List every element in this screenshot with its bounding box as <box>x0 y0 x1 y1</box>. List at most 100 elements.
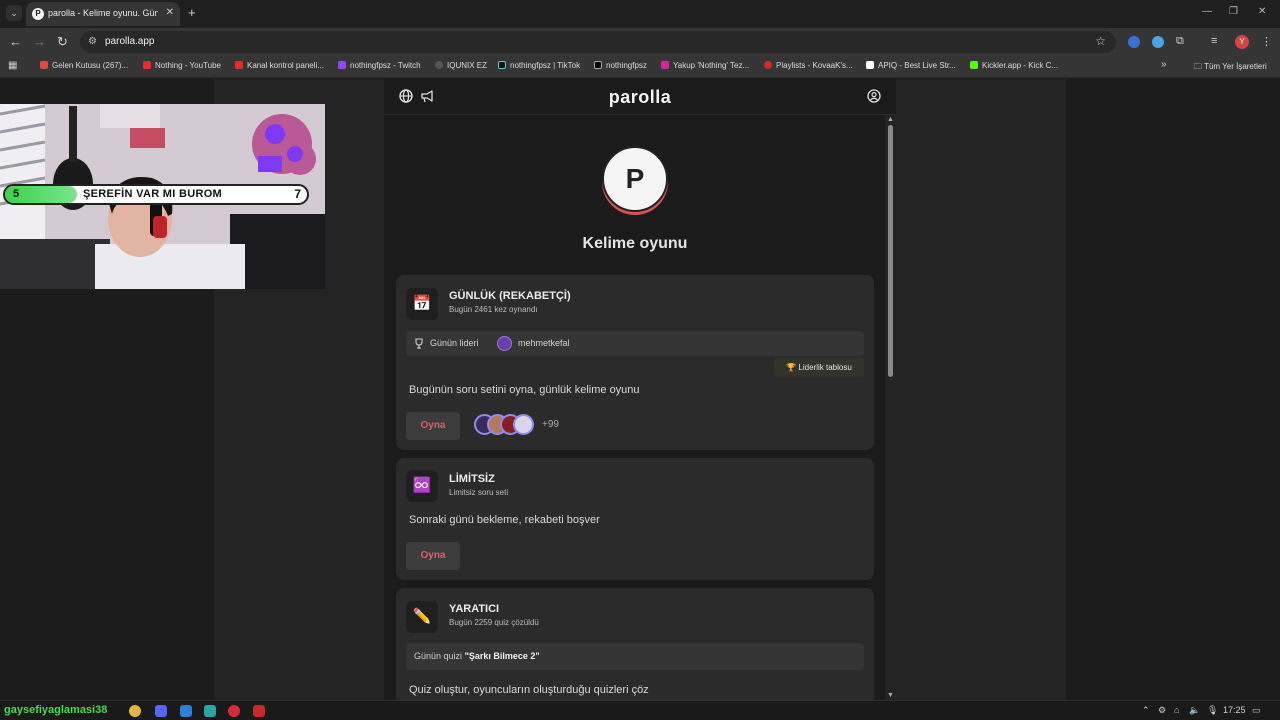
avatar <box>497 336 512 351</box>
leader-username[interactable]: mehmetkefal <box>518 338 570 348</box>
bookmark-gmail[interactable]: Gelen Kutusu (267)... <box>40 61 128 70</box>
back-arrow-icon[interactable]: ← <box>9 34 22 49</box>
tab-title: parolla - Kelime oyunu. Günlük <box>48 8 158 18</box>
brand-logo-text[interactable]: parolla <box>384 87 896 108</box>
creative-mode-card: ✏️ YARATICI Bugün 2259 quiz çözüldü Günü… <box>396 588 874 700</box>
bookmark-tiktok[interactable]: nothingfpsz | TikTok <box>498 61 580 70</box>
bookmark-label: Nothing - YouTube <box>155 61 221 70</box>
browser-tab-active[interactable]: P parolla - Kelime oyunu. Günlük ✕ <box>26 2 180 26</box>
stream-username-overlay: gaysefiyaglamasi38 <box>4 704 108 716</box>
discord-taskbar-icon[interactable] <box>155 705 167 717</box>
infinity-icon: ♾️ <box>406 470 438 502</box>
progress-title: ŞEREFİN VAR MI BUROM <box>83 188 223 200</box>
bookmark-kickler[interactable]: Kickler.app - Kick C... <box>970 61 1058 70</box>
bookmark-label: Playlists - KovaaK's... <box>776 61 853 70</box>
volume-speaker-icon[interactable]: 🔈 <box>1189 705 1200 716</box>
apps-grid-icon[interactable]: ▦ <box>8 60 17 71</box>
app-taskbar-icon[interactable] <box>253 705 265 717</box>
minimize-icon[interactable]: — <box>1202 6 1212 17</box>
microphone-icon[interactable]: 🎙 <box>1207 705 1218 716</box>
quiz-of-the-day-text: Günün quizi "Şarkı Bilmece 2" <box>414 651 540 661</box>
youtube-studio-icon <box>235 61 243 69</box>
extension-icon[interactable] <box>1152 36 1164 48</box>
bookmark-kovaak[interactable]: Playlists - KovaaK's... <box>764 61 853 70</box>
all-bookmarks-label: Tüm Yer İşaretleri <box>1204 62 1267 71</box>
extension-icon[interactable] <box>1128 36 1140 48</box>
daily-play-button[interactable]: Oyna <box>406 412 460 440</box>
bookmark-instagram[interactable]: Yakup 'Nothing' Tez... <box>661 61 749 70</box>
page-scrollbar[interactable]: ▲ ▼ <box>885 115 896 700</box>
quiz-label: Günün quizi <box>414 651 463 661</box>
bookmark-label: nothingfpsz <box>606 61 647 70</box>
tab-search-chevron-icon[interactable]: ⌄ <box>6 5 22 21</box>
scroll-down-arrow-icon[interactable]: ▼ <box>887 692 894 699</box>
twitch-icon <box>338 61 346 69</box>
forward-arrow-icon[interactable]: → <box>33 34 46 49</box>
x-icon <box>594 61 602 69</box>
leaderboard-button[interactable]: 🏆 Liderlik tablosu <box>774 358 864 377</box>
card-description: Quiz oluştur, oyuncuların oluşturduğu qu… <box>409 684 649 696</box>
bookmark-x[interactable]: nothingfpsz <box>594 61 647 70</box>
bookmark-label: Yakup 'Nothing' Tez... <box>673 61 750 70</box>
quiz-name: "Şarkı Bilmece 2" <box>464 651 540 661</box>
quiz-of-the-day[interactable]: Günün quizi "Şarkı Bilmece 2" <box>406 643 864 670</box>
calendar-icon: 📅 <box>406 288 438 320</box>
network-icon[interactable]: ⌂ <box>1174 705 1179 715</box>
recent-players-avatars <box>474 414 544 436</box>
parolla-favicon-icon: P <box>32 8 44 20</box>
all-bookmarks[interactable]: 🗀 Tüm Yer İşaretleri <box>1194 61 1267 75</box>
page-gutter-right <box>896 79 1066 700</box>
bookmark-label: Kanal kontrol paneli... <box>247 61 324 70</box>
site-info-icon[interactable]: ⚙ <box>88 36 97 47</box>
window-close-icon[interactable]: ✕ <box>1258 6 1266 17</box>
restore-icon[interactable]: ❐ <box>1229 6 1238 17</box>
browser-tab-strip: ⌄ P parolla - Kelime oyunu. Günlük ✕ + —… <box>0 0 1280 28</box>
card-title: GÜNLÜK (REKABETÇİ) <box>449 290 571 302</box>
tray-icon[interactable]: ⚙ <box>1158 705 1166 716</box>
bookmark-label: Kickler.app - Kick C... <box>982 61 1059 70</box>
card-subtitle: Limitsiz soru seti <box>449 488 509 497</box>
extensions-puzzle-icon[interactable]: ⧉ <box>1176 35 1184 48</box>
reload-icon[interactable]: ↻ <box>57 34 68 50</box>
menu-kebab-icon[interactable]: ⋮ <box>1261 35 1272 48</box>
bookmark-label: APIQ - Best Live Str... <box>878 61 956 70</box>
trophy-outline-icon <box>415 338 423 349</box>
scroll-up-arrow-icon[interactable]: ▲ <box>887 116 894 123</box>
bookmark-iqunix[interactable]: IQUNIX EZ <box>435 61 487 70</box>
tray-overflow-chevron-icon[interactable]: ⌃ <box>1142 705 1150 716</box>
bookmark-label: Gelen Kutusu (267)... <box>52 61 129 70</box>
scrollbar-thumb[interactable] <box>888 125 893 377</box>
card-title: YARATICI <box>449 603 500 615</box>
bookmark-twitch[interactable]: nothingfpsz - Twitch <box>338 61 421 70</box>
app-taskbar-icon[interactable] <box>228 705 240 717</box>
page-margin-right <box>1066 79 1280 700</box>
unlimited-play-button[interactable]: Oyna <box>406 542 460 570</box>
notifications-icon[interactable]: ▭ <box>1252 705 1261 716</box>
address-bar[interactable]: ⚙ parolla.app ☆ <box>80 31 1116 53</box>
play-count: Bugün 2461 kez oynandı <box>449 305 538 314</box>
app-header: parolla <box>384 79 896 115</box>
challenge-progress-bar: 5 ŞEREFİN VAR MI BUROM 7 <box>3 184 309 205</box>
daily-mode-card: 📅 GÜNLÜK (REKABETÇİ) Bugün 2461 kez oyna… <box>396 275 874 450</box>
url-text: parolla.app <box>105 36 155 47</box>
bookmark-studio[interactable]: Kanal kontrol paneli... <box>235 61 324 70</box>
reading-list-icon[interactable]: ≡ <box>1211 35 1217 47</box>
card-title: LİMİTSİZ <box>449 473 495 485</box>
tab-close-icon[interactable]: ✕ <box>166 7 174 18</box>
clock-time[interactable]: 17:25 <box>1223 705 1246 715</box>
new-tab-plus-icon[interactable]: + <box>188 5 196 20</box>
profile-avatar[interactable]: Y <box>1235 35 1249 49</box>
bookmark-youtube[interactable]: Nothing - YouTube <box>143 61 221 70</box>
instagram-icon <box>661 61 669 69</box>
chrome-taskbar-icon[interactable] <box>129 705 141 717</box>
bookmark-star-icon[interactable]: ☆ <box>1095 34 1106 48</box>
user-account-icon[interactable] <box>867 89 881 103</box>
progress-right-count: 7 <box>294 187 301 201</box>
daily-leader-row[interactable]: Günün lideri mehmetkefal <box>406 331 864 356</box>
tiktok-icon <box>498 61 506 69</box>
youtube-icon <box>143 61 151 69</box>
app-taskbar-icon[interactable] <box>180 705 192 717</box>
bookmarks-overflow-icon[interactable]: » <box>1161 59 1167 70</box>
app-taskbar-icon[interactable] <box>204 705 216 717</box>
bookmark-apiq[interactable]: APIQ - Best Live Str... <box>866 61 956 70</box>
